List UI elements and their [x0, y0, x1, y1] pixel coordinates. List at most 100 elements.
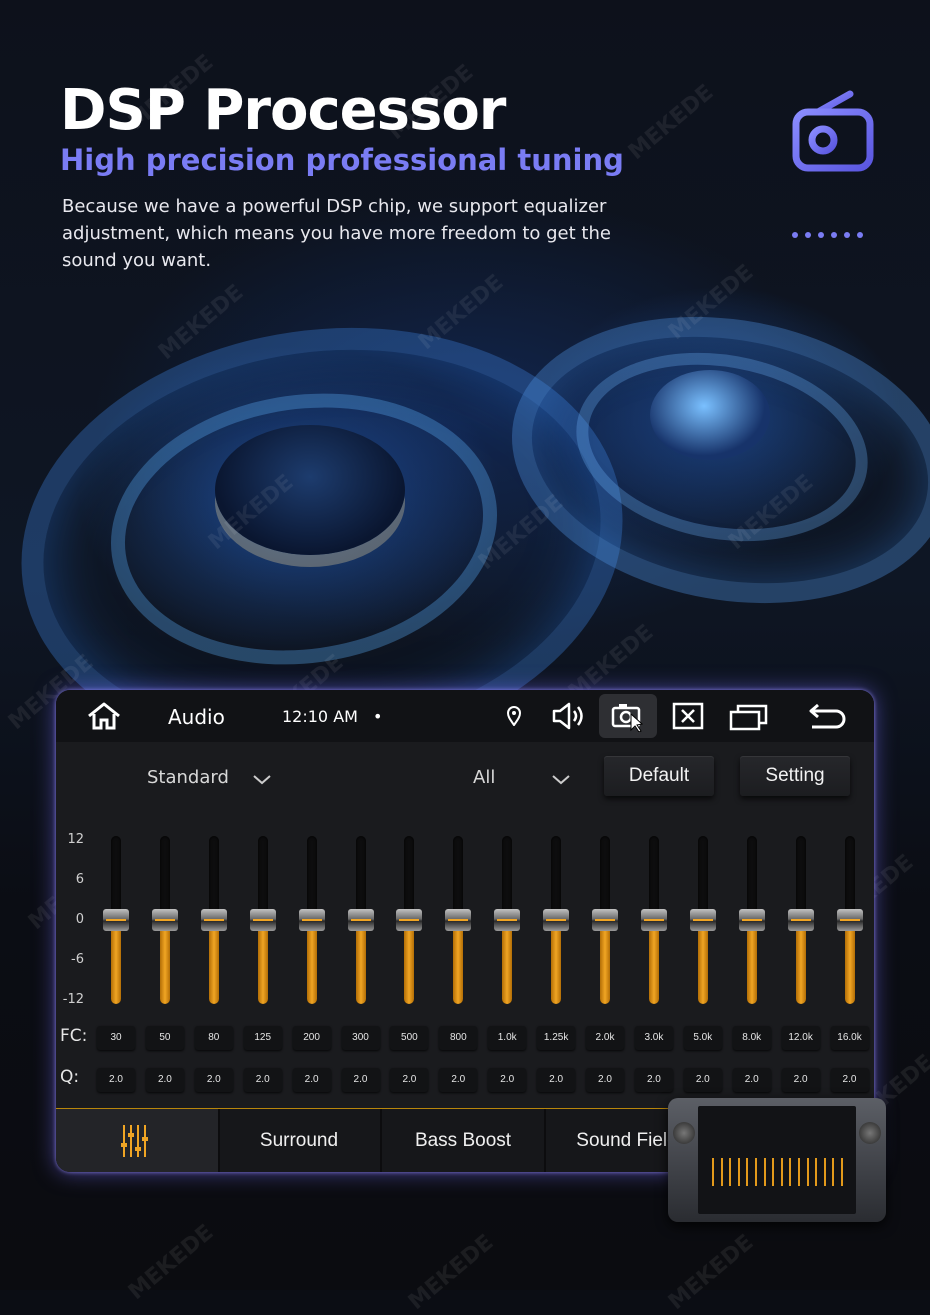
home-icon[interactable]	[86, 702, 122, 730]
slider-fill	[404, 920, 415, 1004]
tab-surround[interactable]: Surround	[218, 1109, 382, 1172]
fc-value[interactable]: 125	[243, 1026, 282, 1050]
mini-slider	[720, 1158, 723, 1186]
eq-slider-80[interactable]	[194, 836, 234, 1006]
slider-knob[interactable]	[543, 909, 570, 931]
close-icon[interactable]	[672, 702, 704, 730]
dot	[831, 232, 837, 238]
slider-knob[interactable]	[200, 909, 227, 931]
q-value[interactable]: 2.0	[732, 1068, 771, 1092]
q-value[interactable]: 2.0	[194, 1068, 233, 1092]
tuning-knob	[859, 1122, 881, 1144]
mini-slider	[780, 1158, 783, 1186]
slider-fill	[600, 920, 610, 1004]
slider-fill	[551, 920, 562, 1004]
eq-slider-500[interactable]	[389, 836, 429, 1006]
eq-slider-125[interactable]	[243, 836, 283, 1006]
q-value[interactable]: 2.0	[390, 1068, 429, 1092]
q-value[interactable]: 2.0	[97, 1068, 135, 1092]
channel-select-value[interactable]: All	[473, 767, 495, 788]
slider-knob[interactable]	[103, 909, 129, 931]
mini-slider	[729, 1158, 732, 1186]
q-value[interactable]: 2.0	[634, 1068, 673, 1092]
q-value[interactable]: 2.0	[145, 1068, 184, 1092]
fc-value[interactable]: 16.0k	[830, 1026, 869, 1050]
slider-knob[interactable]	[445, 909, 472, 931]
fc-value[interactable]: 1.25k	[537, 1026, 576, 1050]
eq-slider-30[interactable]	[96, 836, 136, 1006]
fc-value[interactable]: 500	[390, 1026, 429, 1050]
clock: 12:10 AM	[282, 707, 358, 726]
preset-select-value[interactable]: Standard	[147, 767, 229, 788]
fc-value[interactable]: 200	[292, 1026, 331, 1050]
setting-button[interactable]: Setting	[740, 756, 850, 796]
mini-slider	[815, 1158, 818, 1186]
q-value[interactable]: 2.0	[781, 1068, 820, 1092]
eq-slider-800[interactable]	[438, 836, 478, 1006]
fc-value[interactable]: 3.0k	[634, 1026, 673, 1050]
eq-slider-300[interactable]	[341, 836, 381, 1006]
slider-knob[interactable]	[494, 909, 521, 931]
eq-slider-16.0k[interactable]	[830, 836, 870, 1006]
slider-knob[interactable]	[689, 909, 716, 931]
chevron-down-icon[interactable]	[551, 774, 571, 786]
screenshot-button[interactable]	[599, 694, 657, 738]
slider-knob[interactable]	[592, 909, 618, 931]
slider-knob[interactable]	[787, 909, 814, 931]
slider-fill	[453, 920, 464, 1004]
fc-value[interactable]: 1.0k	[488, 1026, 527, 1050]
q-value[interactable]: 2.0	[341, 1068, 380, 1092]
q-value[interactable]: 2.0	[292, 1068, 331, 1092]
slider-knob[interactable]	[396, 909, 423, 931]
thumbnail-screen	[698, 1106, 856, 1214]
slider-knob[interactable]	[836, 909, 863, 931]
fc-value[interactable]: 300	[341, 1026, 380, 1050]
slider-knob[interactable]	[738, 909, 765, 931]
q-value[interactable]: 2.0	[243, 1068, 282, 1092]
slider-knob[interactable]	[640, 909, 667, 931]
slider-fill	[159, 920, 170, 1004]
pagination-dots	[792, 232, 863, 238]
fc-value[interactable]: 50	[145, 1026, 184, 1050]
q-value[interactable]: 2.0	[683, 1068, 722, 1092]
eq-slider-50[interactable]	[145, 836, 185, 1006]
fc-value[interactable]: 8.0k	[732, 1026, 771, 1050]
eq-slider-3.0k[interactable]	[634, 836, 674, 1006]
fc-value[interactable]: 5.0k	[683, 1026, 722, 1050]
fc-value[interactable]: 30	[97, 1026, 135, 1050]
slider-knob[interactable]	[249, 909, 276, 931]
screenshot-icon	[611, 704, 644, 732]
q-value[interactable]: 2.0	[488, 1068, 527, 1092]
eq-slider-1.0k[interactable]	[487, 836, 527, 1006]
eq-slider-12.0k[interactable]	[781, 836, 821, 1006]
fc-value[interactable]: 12.0k	[781, 1026, 820, 1050]
q-value[interactable]: 2.0	[439, 1068, 478, 1092]
fc-value[interactable]: 80	[194, 1026, 233, 1050]
slider-knob[interactable]	[298, 909, 325, 931]
eq-slider-1.25k[interactable]	[536, 836, 576, 1006]
q-value[interactable]: 2.0	[537, 1068, 576, 1092]
eq-slider-2.0k[interactable]	[585, 836, 625, 1006]
slider-knob[interactable]	[347, 909, 374, 931]
slider-fill	[746, 920, 757, 1004]
eq-slider-200[interactable]	[292, 836, 332, 1006]
tab-equalizer[interactable]	[56, 1109, 220, 1172]
volume-icon[interactable]	[551, 701, 587, 731]
slider-fill	[208, 920, 219, 1004]
tab-bass-boost[interactable]: Bass Boost	[382, 1109, 546, 1172]
page-description: Because we have a powerful DSP chip, we …	[62, 196, 611, 271]
mini-slider	[798, 1158, 800, 1186]
multi-window-icon[interactable]	[729, 703, 769, 731]
q-value[interactable]: 2.0	[830, 1068, 869, 1092]
q-value[interactable]: 2.0	[586, 1068, 624, 1092]
default-button[interactable]: Default	[604, 756, 714, 796]
fc-row-label: FC:	[60, 1026, 88, 1046]
slider-knob[interactable]	[151, 909, 178, 931]
eq-slider-5.0k[interactable]	[683, 836, 723, 1006]
fc-value[interactable]: 800	[439, 1026, 478, 1050]
chevron-down-icon[interactable]	[252, 774, 272, 786]
slider-fill	[844, 920, 855, 1004]
fc-value[interactable]: 2.0k	[586, 1026, 624, 1050]
back-icon[interactable]	[806, 703, 846, 729]
eq-slider-8.0k[interactable]	[732, 836, 772, 1006]
